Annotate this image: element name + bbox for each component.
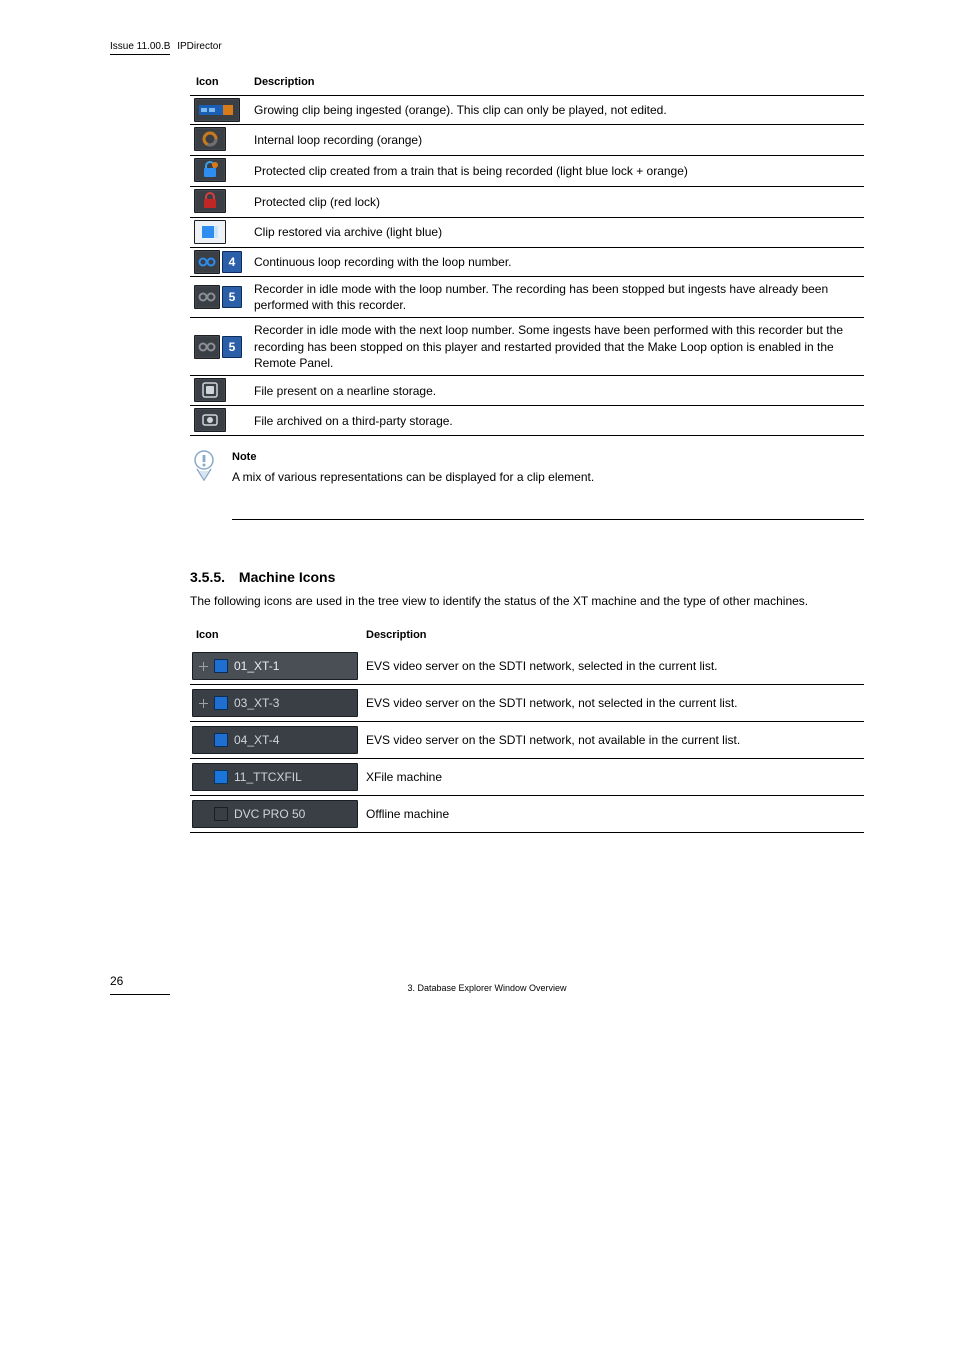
row-desc: EVS video server on the SDTI network, no… <box>360 685 864 722</box>
table-row: Protected clip created from a train that… <box>190 155 864 186</box>
status-led-icon <box>214 733 228 747</box>
machine-label: 11_TTCXFIL <box>234 769 302 785</box>
archived-file-icon <box>194 408 226 432</box>
nearline-file-icon <box>194 378 226 402</box>
running-head: Issue 11.00.B IPDirector <box>110 40 864 55</box>
row-desc: Protected clip created from a train that… <box>248 155 864 186</box>
idle-loop-icon: 5 <box>194 285 242 309</box>
col-icon-header: Icon <box>190 71 248 96</box>
section-number: 3.5.5. <box>190 569 225 585</box>
restored-clip-icon <box>194 220 226 244</box>
machine-label: DVC PRO 50 <box>234 806 305 822</box>
table-row: Internal loop recording (orange) <box>190 125 864 155</box>
machine-label: 03_XT-3 <box>234 695 279 711</box>
row-desc: File present on a nearline storage. <box>248 376 864 406</box>
note-icon <box>190 450 218 482</box>
row-desc: Offline machine <box>360 796 864 833</box>
note-block: Note A mix of various representations ca… <box>190 450 864 520</box>
table-row: 5 Recorder in idle mode with the loop nu… <box>190 277 864 318</box>
status-led-icon <box>214 807 228 821</box>
table-row: Clip restored via archive (light blue) <box>190 217 864 247</box>
table-row: 04_XT-4 EVS video server on the SDTI net… <box>190 722 864 759</box>
table-row: File archived on a third-party storage. <box>190 406 864 436</box>
header-rule <box>110 54 170 55</box>
row-desc: Growing clip being ingested (orange). Th… <box>248 96 864 125</box>
table-row: Protected clip (red lock) <box>190 186 864 217</box>
note-text: A mix of various representations can be … <box>232 469 864 485</box>
row-desc: EVS video server on the SDTI network, no… <box>360 722 864 759</box>
machine-chip-evs-selected: 01_XT-1 <box>192 652 358 680</box>
col-desc-header: Description <box>248 71 864 96</box>
col-icon-header: Icon <box>190 624 360 649</box>
issue-label: Issue 11.00.B <box>110 41 170 52</box>
product-label: IPDirector <box>177 41 221 52</box>
machine-chip-evs-unavailable: 04_XT-4 <box>192 726 358 754</box>
machine-chip-evs: 03_XT-3 <box>192 689 358 717</box>
machine-chip-xfile: 11_TTCXFIL <box>192 763 358 791</box>
row-desc: File archived on a third-party storage. <box>248 406 864 436</box>
page-number: 26 <box>110 973 170 989</box>
status-led-icon <box>214 696 228 710</box>
table-row: Growing clip being ingested (orange). Th… <box>190 96 864 125</box>
protected-clip-icon <box>194 189 226 213</box>
footer-rule <box>110 994 170 995</box>
status-led-icon <box>214 659 228 673</box>
expand-icon <box>199 662 208 671</box>
row-desc: Recorder in idle mode with the next loop… <box>248 318 864 376</box>
row-desc: Internal loop recording (orange) <box>248 125 864 155</box>
table-row: DVC PRO 50 Offline machine <box>190 796 864 833</box>
col-desc-header: Description <box>360 624 864 649</box>
section-intro: The following icons are used in the tree… <box>190 593 864 609</box>
growing-clip-icon <box>194 98 240 122</box>
table-row: 01_XT-1 EVS video server on the SDTI net… <box>190 648 864 685</box>
section-title: Machine Icons <box>239 569 335 585</box>
row-desc: Continuous loop recording with the loop … <box>248 248 864 277</box>
page-footer: 26 3. Database Explorer Window Overview <box>110 973 864 994</box>
icon-description-table: Icon Description Growing clip being inge… <box>190 71 864 437</box>
table-row: 4 Continuous loop recording with the loo… <box>190 248 864 277</box>
machine-chip-offline: DVC PRO 50 <box>192 800 358 828</box>
row-desc: Recorder in idle mode with the loop numb… <box>248 277 864 318</box>
protected-recording-icon <box>194 158 226 182</box>
row-desc: EVS video server on the SDTI network, se… <box>360 648 864 685</box>
table-row: 03_XT-3 EVS video server on the SDTI net… <box>190 685 864 722</box>
table-row: 11_TTCXFIL XFile machine <box>190 759 864 796</box>
table-row: File present on a nearline storage. <box>190 376 864 406</box>
loop-number-icon: 4 <box>194 250 242 274</box>
row-desc: XFile machine <box>360 759 864 796</box>
machine-icons-table: Icon Description 01_XT-1 EVS video serve… <box>190 624 864 834</box>
table-row: 5 Recorder in idle mode with the next lo… <box>190 318 864 376</box>
machine-label: 01_XT-1 <box>234 658 279 674</box>
idle-next-loop-icon: 5 <box>194 335 242 359</box>
expand-icon <box>199 699 208 708</box>
section-heading: 3.5.5. Machine Icons <box>190 568 864 587</box>
footer-section: 3. Database Explorer Window Overview <box>170 982 804 994</box>
note-heading: Note <box>232 450 864 465</box>
row-desc: Protected clip (red lock) <box>248 186 864 217</box>
machine-label: 04_XT-4 <box>234 732 279 748</box>
loop-recording-icon <box>194 127 226 151</box>
status-led-icon <box>214 770 228 784</box>
row-desc: Clip restored via archive (light blue) <box>248 217 864 247</box>
